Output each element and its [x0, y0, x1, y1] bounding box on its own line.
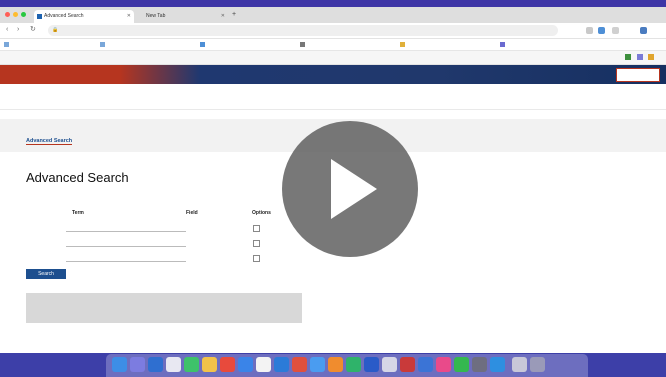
breadcrumb-current: Advanced Search — [26, 138, 73, 145]
site-utility-strip — [0, 51, 666, 65]
search-term-input[interactable] — [66, 254, 186, 262]
dock-app-icon[interactable] — [328, 357, 343, 372]
dock-app-icon[interactable] — [436, 357, 451, 372]
reload-icon[interactable]: ↻ — [30, 26, 36, 34]
forward-icon[interactable]: › — [17, 26, 19, 34]
option-checkbox[interactable] — [253, 255, 260, 262]
tab-strip: Advanced Search ✕ New Tab ✕ + — [0, 7, 666, 23]
dock-app-icon[interactable] — [256, 357, 271, 372]
bookmark-item[interactable] — [400, 41, 407, 48]
bookmark-icon — [500, 42, 505, 48]
field-select[interactable] — [184, 254, 244, 261]
dock-app-icon[interactable] — [490, 357, 505, 372]
search-term-input[interactable] — [66, 224, 186, 232]
dock-app-icon[interactable] — [364, 357, 379, 372]
account-icon[interactable] — [640, 27, 647, 34]
dock-app-icon[interactable] — [220, 357, 235, 372]
close-tab-icon[interactable]: ✕ — [221, 10, 225, 23]
dock-app-icon[interactable] — [418, 357, 433, 372]
bookmark-icon — [4, 42, 9, 48]
lock-icon: 🔒 — [52, 27, 59, 33]
dock-app-icon[interactable] — [292, 357, 307, 372]
page-title: Advanced Search — [26, 170, 129, 185]
bookmark-icon — [300, 42, 305, 48]
dock-app-icon[interactable] — [512, 357, 527, 372]
column-header-term: Term — [72, 210, 84, 216]
bookmark-item[interactable] — [4, 41, 11, 48]
search-term-input[interactable] — [66, 239, 186, 247]
dock-app-icon[interactable] — [184, 357, 199, 372]
dock-app-icon[interactable] — [400, 357, 415, 372]
minimize-window-icon[interactable] — [13, 12, 18, 17]
bookmark-icon — [400, 42, 405, 48]
address-bar[interactable]: 🔒 — [48, 25, 558, 36]
close-tab-icon[interactable]: ✕ — [127, 10, 131, 23]
dock-app-icon[interactable] — [472, 357, 487, 372]
site-logo[interactable] — [616, 68, 660, 82]
bookmark-item[interactable] — [100, 41, 107, 48]
status-icon — [625, 54, 632, 60]
bookmark-item[interactable] — [500, 41, 507, 48]
tab-advanced-search[interactable]: Advanced Search ✕ — [34, 10, 134, 23]
tab-label: New Tab — [146, 13, 166, 19]
finder-icon[interactable] — [112, 357, 127, 372]
option-checkbox[interactable] — [253, 240, 260, 247]
maximize-window-icon[interactable] — [21, 12, 26, 17]
dock-app-icon[interactable] — [382, 357, 397, 372]
macos-dock — [106, 354, 588, 377]
profile-icon[interactable] — [598, 27, 605, 34]
dock-app-icon[interactable] — [346, 357, 361, 372]
utility-right — [623, 54, 656, 60]
new-tab-icon[interactable]: + — [232, 10, 236, 20]
back-icon[interactable]: ‹ — [6, 26, 8, 34]
close-window-icon[interactable] — [5, 12, 10, 17]
site-favicon-icon — [37, 14, 42, 19]
macos-menubar — [0, 0, 666, 7]
dock-app-icon[interactable] — [454, 357, 469, 372]
dock-app-icon[interactable] — [166, 357, 181, 372]
field-select[interactable] — [184, 224, 244, 231]
menu-icon[interactable] — [612, 27, 619, 34]
tab-label: Advanced Search — [44, 13, 84, 19]
site-banner — [0, 65, 666, 84]
column-header-options: Options — [252, 210, 271, 216]
dock-app-icon[interactable] — [202, 357, 217, 372]
dock-app-icon[interactable] — [274, 357, 289, 372]
browser-toolbar: ‹ › ↻ 🔒 — [0, 23, 666, 39]
bookmark-item[interactable] — [300, 41, 307, 48]
video-play-overlay[interactable] — [282, 121, 418, 257]
extensions-icon[interactable] — [586, 27, 593, 34]
search-button[interactable]: Search — [26, 269, 66, 279]
status-icon — [648, 54, 654, 60]
search-hints-box — [26, 293, 302, 323]
bookmark-icon — [200, 42, 205, 48]
site-subheader — [0, 85, 666, 110]
dock-app-icon[interactable] — [148, 357, 163, 372]
option-checkbox[interactable] — [253, 225, 260, 232]
tab-new[interactable]: New Tab ✕ — [136, 10, 228, 23]
column-header-field: Field — [186, 210, 198, 216]
dock-app-icon[interactable] — [130, 357, 145, 372]
dock-app-icon[interactable] — [530, 357, 545, 372]
bookmarks-bar — [0, 39, 666, 51]
dock-app-icon[interactable] — [238, 357, 253, 372]
bookmark-icon — [100, 42, 105, 48]
field-select[interactable] — [184, 239, 244, 246]
dock-app-icon[interactable] — [310, 357, 325, 372]
play-icon — [331, 159, 377, 219]
status-icon — [636, 54, 643, 60]
bookmark-item[interactable] — [200, 41, 207, 48]
